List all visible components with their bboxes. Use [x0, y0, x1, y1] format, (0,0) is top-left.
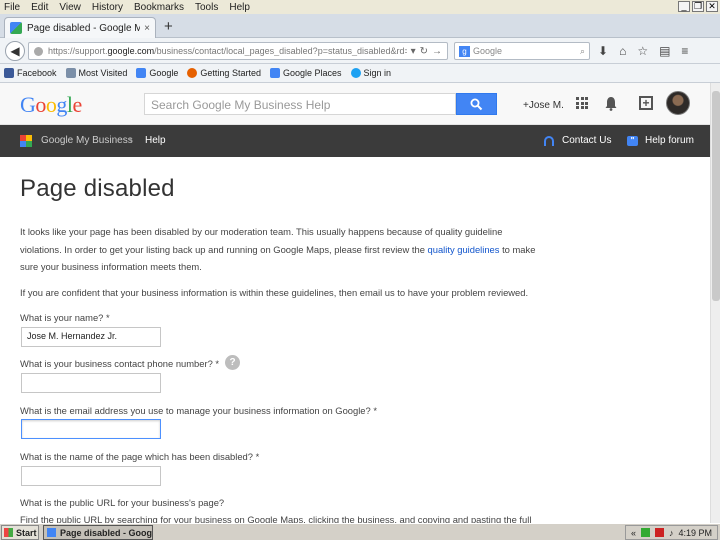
nav-bar: ◀ https://support.google.com/business/co… — [0, 38, 720, 64]
help-search-button[interactable] — [456, 93, 497, 115]
clock: 4:19 PM — [678, 527, 712, 538]
go-arrow-icon[interactable]: → — [432, 46, 442, 57]
menu-bookmarks[interactable]: Bookmarks — [134, 2, 184, 13]
email-field[interactable] — [21, 419, 161, 439]
reload-icon[interactable]: ↻ — [420, 46, 428, 57]
menu-bar: File Edit View History Bookmarks Tools H… — [0, 0, 720, 14]
twitter-icon — [350, 68, 361, 78]
breadcrumb-separator: › — [129, 133, 133, 147]
bookmark-star-icon[interactable]: ☆ — [637, 44, 648, 58]
system-tray: « ♪ 4:19 PM — [624, 525, 718, 540]
menu-view[interactable]: View — [59, 2, 81, 13]
minimize-button[interactable]: _ — [678, 1, 690, 12]
tab-close-icon[interactable]: × — [144, 23, 150, 34]
lock-icon — [34, 46, 43, 56]
windows-flag-icon — [4, 528, 13, 537]
bookmark-sign-in[interactable]: Sign in — [350, 68, 391, 78]
notifications-bell-icon[interactable] — [604, 96, 618, 111]
name-label: What is your name? * — [20, 312, 110, 323]
favicon-icon — [10, 22, 22, 34]
taskbar-item-browser[interactable]: Page disabled - Googl... — [43, 525, 153, 540]
menu-file[interactable]: File — [4, 2, 20, 13]
bookmark-google[interactable]: Google — [136, 68, 178, 78]
window-controls: _ ❐ ✕ — [678, 1, 718, 12]
firefox-icon — [47, 528, 56, 537]
forum-icon: " — [627, 135, 638, 146]
bookmark-google-places[interactable]: Google Places — [269, 68, 342, 78]
new-tab-button[interactable]: + — [164, 18, 173, 35]
help-question-icon[interactable]: ? — [225, 355, 240, 370]
bookmark-most-visited[interactable]: Most Visited — [65, 68, 127, 78]
facebook-icon — [4, 68, 14, 78]
restore-button[interactable]: ❐ — [692, 1, 704, 12]
url-bar[interactable]: https://support.google.com/business/cont… — [28, 42, 448, 60]
bookmarks-toolbar: Facebook Most Visited Google Getting Sta… — [0, 64, 720, 83]
security-tray-icon[interactable] — [640, 528, 650, 537]
search-engine-icon[interactable]: g — [459, 45, 470, 57]
share-plus-icon[interactable]: + — [639, 96, 653, 110]
google-logo[interactable]: Google — [20, 92, 82, 118]
tab-strip: Page disabled - Google My Bu... × + — [0, 14, 720, 38]
page-title: Page disabled — [20, 175, 175, 202]
tray-expand-icon[interactable]: « — [631, 528, 636, 538]
nav-icons: ⬇ ⌂ ☆ ▤ ≡ — [598, 44, 688, 58]
confidence-paragraph: If you are confident that your business … — [20, 287, 529, 298]
phone-label: What is your business contact phone numb… — [20, 358, 220, 369]
home-icon[interactable]: ⌂ — [619, 44, 626, 58]
menu-help[interactable]: Help — [229, 2, 250, 13]
start-button[interactable]: Start — [1, 525, 39, 540]
hamburger-menu-icon[interactable]: ≡ — [681, 44, 688, 58]
user-name-link[interactable]: +Jose M. — [523, 100, 564, 111]
search-icon[interactable]: ⌕ — [580, 46, 585, 57]
google-icon — [136, 68, 147, 78]
tab-title: Page disabled - Google My Bu... — [27, 22, 141, 34]
intro-paragraph: It looks like your page has been disable… — [20, 226, 536, 272]
headset-icon — [544, 135, 554, 146]
google-header: Google Search Google My Business Help +J… — [0, 83, 710, 125]
name-field[interactable]: Jose M. Hernandez Jr. — [21, 327, 161, 347]
avatar[interactable] — [666, 91, 690, 115]
bookmark-getting-started[interactable]: Getting Started — [187, 68, 261, 78]
browser-search-bar[interactable]: g Google ⌕ — [454, 42, 590, 60]
menu-history[interactable]: History — [92, 2, 123, 13]
dropdown-arrow-icon[interactable]: ▾ — [411, 46, 416, 57]
back-button[interactable]: ◀ — [5, 41, 25, 61]
contact-us-link[interactable]: Contact Us — [544, 135, 611, 146]
download-icon[interactable]: ⬇ — [598, 44, 608, 58]
browser-search-input[interactable]: Google — [473, 46, 580, 56]
folder-icon — [65, 68, 76, 78]
bookmarks-menu-icon[interactable]: ▤ — [659, 44, 670, 58]
public-url-label: What is the public URL for your business… — [20, 497, 225, 508]
help-nav-bar: Google My Business › Help Contact Us " H… — [0, 125, 710, 157]
page-name-field[interactable] — [21, 466, 161, 486]
scrollbar-thumb[interactable] — [712, 91, 720, 301]
bookmark-facebook[interactable]: Facebook — [4, 68, 57, 78]
quality-guidelines-link[interactable]: quality guidelines — [428, 244, 500, 255]
phone-field[interactable] — [21, 373, 161, 393]
browser-tab[interactable]: Page disabled - Google My Bu... × — [4, 17, 156, 38]
taskbar: Start Page disabled - Googl... « ♪ 4:19 … — [0, 523, 720, 540]
main-content: Page disabled It looks like your page ha… — [0, 157, 710, 525]
menu-tools[interactable]: Tools — [195, 2, 218, 13]
google-icon — [269, 68, 280, 78]
help-search-input[interactable]: Search Google My Business Help — [144, 93, 456, 115]
search-icon — [470, 98, 483, 111]
google-my-business-icon — [20, 135, 32, 147]
page-scrollbar[interactable] — [710, 83, 720, 523]
volume-icon[interactable]: ♪ — [669, 528, 674, 538]
breadcrumb-current[interactable]: Help — [145, 135, 166, 146]
page-name-label: What is the name of the page which has b… — [20, 451, 260, 462]
apps-grid-icon[interactable] — [576, 97, 588, 109]
close-window-button[interactable]: ✕ — [706, 1, 718, 12]
breadcrumb-product[interactable]: Google My Business — [41, 135, 133, 146]
url-text: https://support.google.com/business/cont… — [48, 46, 407, 56]
firefox-icon — [187, 68, 198, 78]
help-forum-link[interactable]: " Help forum — [627, 135, 694, 146]
alert-tray-icon[interactable] — [654, 528, 664, 537]
email-label: What is the email address you use to man… — [20, 405, 377, 416]
menu-edit[interactable]: Edit — [31, 2, 48, 13]
